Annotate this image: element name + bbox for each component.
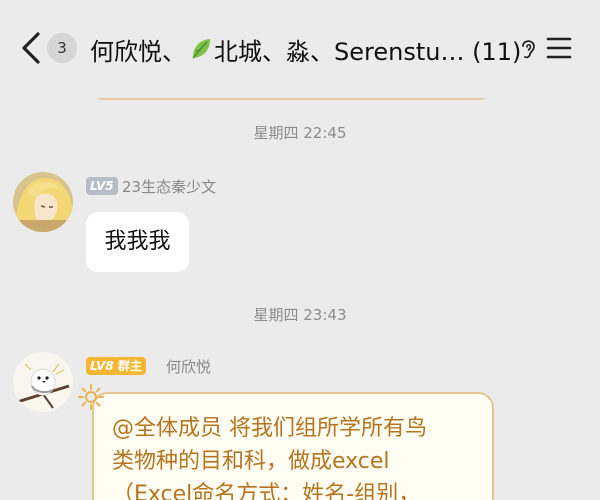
chat-header: 3 何欣悦、 北城、淼、Serenstu… (11) (0, 0, 600, 98)
back-arrow-icon[interactable] (18, 30, 48, 66)
sender-name[interactable]: 23生态秦少文 (122, 176, 216, 197)
avatar[interactable] (13, 352, 73, 412)
sender-name[interactable]: 何欣悦 (166, 356, 211, 377)
message-timestamp: 星期四 22:45 (253, 124, 347, 142)
ear-mode-icon[interactable] (517, 36, 539, 62)
announcement-line: @全体成员 将我们组所学所有鸟 (112, 416, 427, 441)
chat-screen: 3 何欣悦、 北城、淼、Serenstu… (11) 星期四 22:45 LV5… (0, 0, 600, 500)
unread-count-badge[interactable]: 3 (47, 33, 77, 63)
chat-title[interactable]: 何欣悦、 北城、淼、Serenstu… (11) (90, 31, 521, 67)
owner-role-badge: 群主 (114, 357, 147, 375)
announcement-message-card[interactable]: @全体成员 将我们组所学所有鸟 类物种的目和科，做成excel （Excel命名… (92, 392, 494, 500)
message-bubble[interactable]: 我我我 (86, 212, 189, 272)
announcement-line: 类物种的目和科，做成excel (112, 449, 390, 474)
level-badge: LV8 (86, 357, 118, 375)
sun-decoration-icon (78, 384, 104, 410)
announcement-line: （Excel命名方式：姓名-组别， (112, 482, 421, 500)
leaf-emoji-icon (192, 39, 210, 59)
level-badge: LV5 (86, 177, 118, 195)
title-part-1: 何欣悦、 (90, 37, 186, 66)
message-text: 我我我 (104, 229, 171, 254)
anime-avatar-image (13, 172, 73, 232)
bird-avatar-image (13, 352, 73, 412)
title-part-2: 北城、淼、Serenstu… (11) (214, 37, 522, 66)
avatar[interactable] (13, 172, 73, 232)
message-timestamp: 星期四 23:43 (253, 306, 347, 324)
menu-icon[interactable] (546, 36, 572, 60)
